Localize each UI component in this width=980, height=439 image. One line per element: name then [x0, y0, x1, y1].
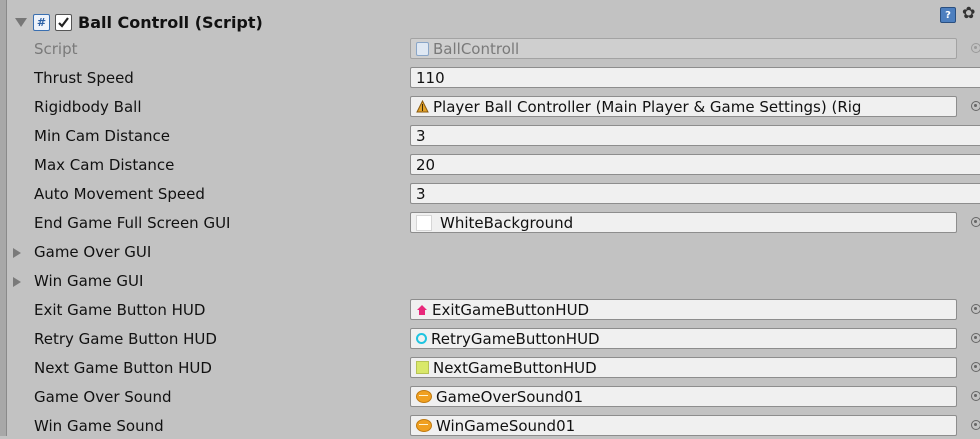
min-cam-distance-field[interactable]: 3 — [410, 125, 980, 146]
field-value: 3 — [416, 184, 426, 203]
object-reference-name: BallControll — [433, 39, 520, 58]
house-icon — [417, 304, 427, 315]
property-label: Auto Movement Speed — [34, 185, 205, 203]
auto-movement-speed-field[interactable]: 3 — [410, 183, 980, 204]
win-game-sound-object-field[interactable]: WinGameSound01 — [410, 415, 957, 436]
chevron-right-icon[interactable] — [13, 277, 21, 287]
object-reference-name: RetryGameButtonHUD — [431, 329, 600, 348]
object-picker-icon[interactable] — [970, 99, 980, 113]
field-value: 110 — [416, 68, 445, 87]
retry-icon — [416, 333, 427, 344]
property-label: Exit Game Button HUD — [34, 301, 206, 319]
object-reference-name: NextGameButtonHUD — [433, 358, 597, 377]
object-picker-icon[interactable] — [970, 215, 980, 229]
chevron-down-icon[interactable] — [15, 17, 27, 27]
thrust-speed-field[interactable]: 110 — [410, 67, 980, 88]
property-row-game-over-sound: Game Over Sound GameOverSound01 — [0, 384, 980, 410]
csharp-script-icon: # — [33, 13, 50, 31]
object-picker-icon — [970, 41, 980, 55]
object-picker-icon[interactable] — [970, 302, 980, 316]
property-row-end-game-full-screen-gui: End Game Full Screen GUI WhiteBackground — [0, 210, 980, 236]
property-label: Retry Game Button HUD — [34, 330, 217, 348]
object-reference-name: GameOverSound01 — [436, 387, 584, 406]
rigidbody-icon — [416, 100, 429, 113]
end-game-full-screen-gui-object-field[interactable]: WhiteBackground — [410, 212, 957, 233]
gear-icon[interactable]: ✿ — [962, 3, 975, 22]
property-label: Game Over Sound — [34, 388, 172, 406]
property-label: Script — [34, 40, 78, 58]
audio-clip-icon — [416, 390, 432, 403]
property-row-script: Script BallControll — [0, 36, 980, 62]
audio-clip-icon — [416, 419, 432, 432]
chevron-right-icon[interactable] — [13, 248, 21, 258]
property-row-win-game-gui[interactable]: Win Game GUI — [0, 268, 980, 294]
property-row-rigidbody-ball: Rigidbody Ball Player Ball Controller (Ma… — [0, 94, 980, 120]
property-row-exit-game-button-hud: Exit Game Button HUD ExitGameButtonHUD — [0, 297, 980, 323]
object-reference-name: ExitGameButtonHUD — [432, 300, 590, 319]
property-label: Thrust Speed — [34, 69, 134, 87]
rigidbody-ball-object-field[interactable]: Player Ball Controller (Main Player & Ga… — [410, 96, 957, 117]
property-row-thrust-speed: Thrust Speed 110 — [0, 65, 980, 91]
property-row-retry-game-button-hud: Retry Game Button HUD RetryGameButtonHUD — [0, 326, 980, 352]
checkmark-icon — [58, 16, 69, 28]
property-row-min-cam-distance: Min Cam Distance 3 — [0, 123, 980, 149]
field-value: 20 — [416, 155, 436, 174]
game-over-sound-object-field[interactable]: GameOverSound01 — [410, 386, 957, 407]
script-object-field: BallControll — [410, 38, 957, 59]
next-icon — [416, 361, 429, 374]
property-label: Min Cam Distance — [34, 127, 171, 145]
next-game-button-hud-object-field[interactable]: NextGameButtonHUD — [410, 357, 957, 378]
exit-game-button-hud-object-field[interactable]: ExitGameButtonHUD — [410, 299, 957, 320]
property-row-game-over-gui[interactable]: Game Over GUI — [0, 239, 980, 265]
max-cam-distance-field[interactable]: 20 — [410, 154, 980, 175]
property-row-win-game-sound: Win Game Sound WinGameSound01 — [0, 413, 980, 439]
property-label: Rigidbody Ball — [34, 98, 142, 116]
property-label: Max Cam Distance — [34, 156, 175, 174]
object-picker-icon[interactable] — [970, 360, 980, 374]
property-row-max-cam-distance: Max Cam Distance 20 — [0, 152, 980, 178]
object-picker-icon[interactable] — [970, 389, 980, 403]
property-label: Win Game Sound — [34, 417, 164, 435]
help-icon[interactable]: ? — [940, 7, 956, 23]
object-reference-name: WhiteBackground — [440, 213, 574, 232]
property-label: Next Game Button HUD — [34, 359, 212, 377]
component-title: Ball Controll (Script) — [78, 12, 263, 32]
object-picker-icon[interactable] — [970, 331, 980, 345]
property-label: End Game Full Screen GUI — [34, 214, 231, 232]
object-picker-icon[interactable] — [970, 418, 980, 432]
object-reference-name: Player Ball Controller (Main Player & Ga… — [433, 97, 862, 116]
texture-icon — [416, 214, 432, 231]
component-enabled-checkbox[interactable] — [55, 13, 72, 31]
property-label: Game Over GUI — [34, 243, 152, 261]
object-reference-name: WinGameSound01 — [436, 416, 576, 435]
script-icon — [416, 41, 429, 56]
property-row-auto-movement-speed: Auto Movement Speed 3 — [0, 181, 980, 207]
component-header[interactable]: # Ball Controll (Script) — [7, 8, 980, 36]
retry-game-button-hud-object-field[interactable]: RetryGameButtonHUD — [410, 328, 957, 349]
property-row-next-game-button-hud: Next Game Button HUD NextGameButtonHUD — [0, 355, 980, 381]
property-label: Win Game GUI — [34, 272, 144, 290]
field-value: 3 — [416, 126, 426, 145]
